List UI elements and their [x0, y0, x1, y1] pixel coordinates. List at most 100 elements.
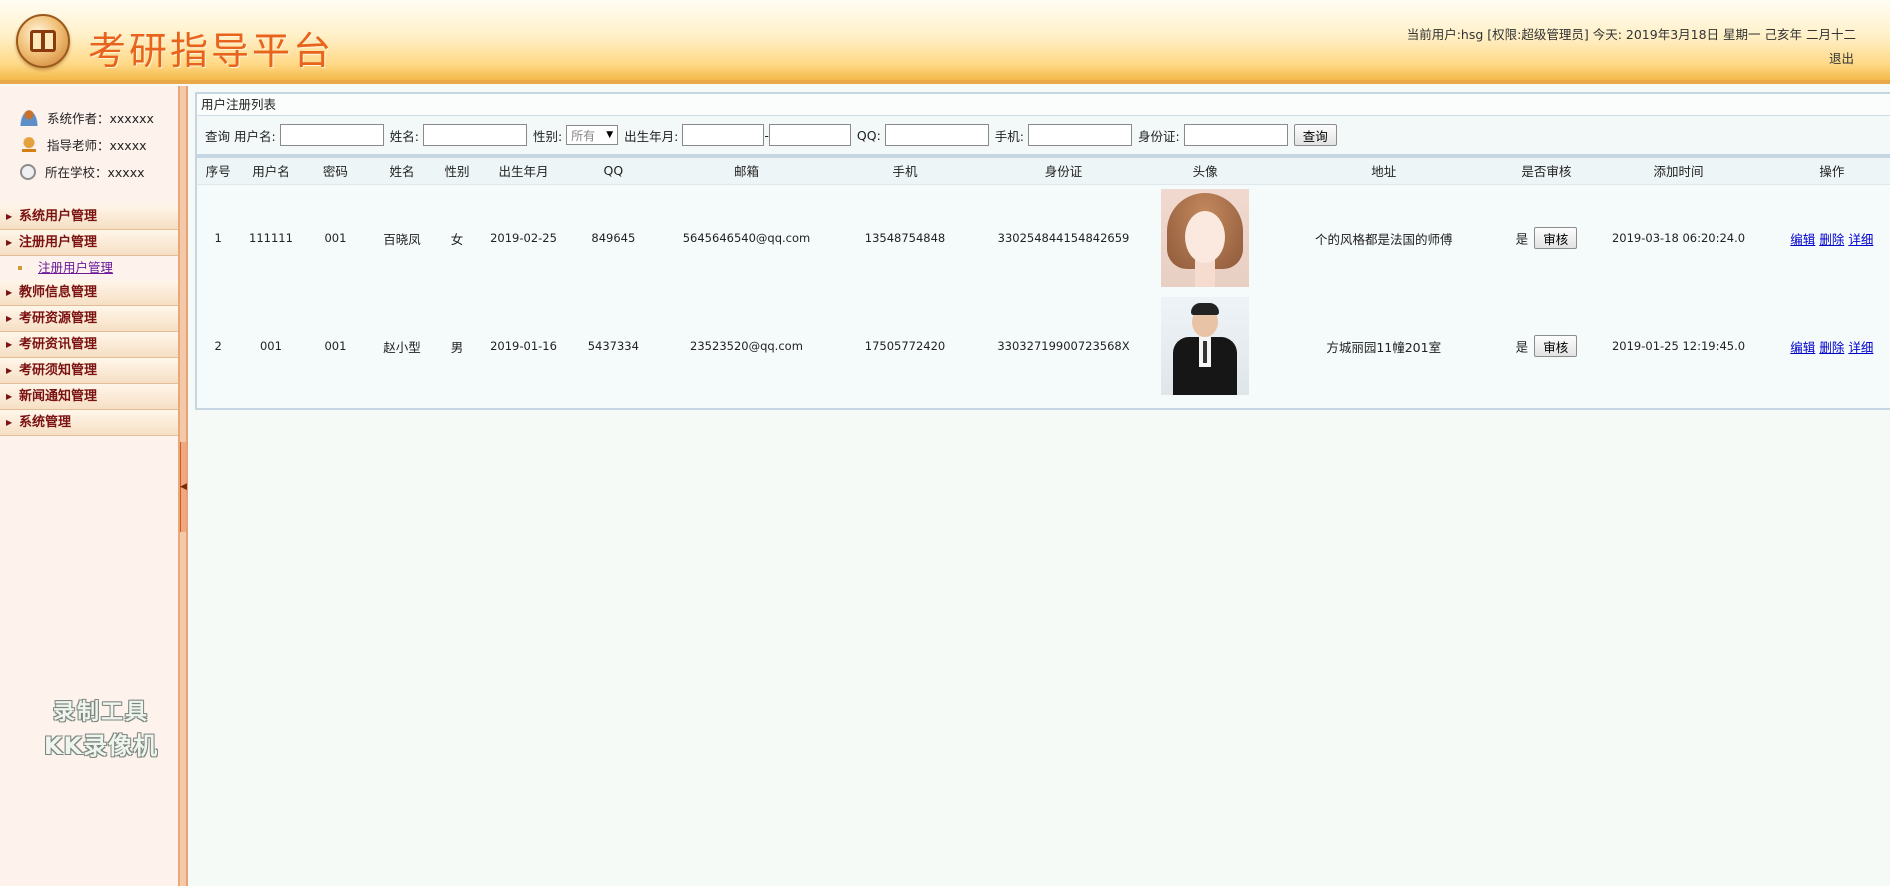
cell-username: 111111 [239, 184, 303, 292]
col-header: 添加时间 [1583, 158, 1774, 185]
qq-input[interactable] [884, 124, 989, 146]
cell-idcard: 330254844154842659 [974, 184, 1153, 292]
cell-name: 赵小型 [368, 292, 436, 400]
sidebar-info: 系统作者：xxxxxx 指导老师：xxxxx 所在学校：xxxxx [20, 104, 154, 185]
menu-news-notify[interactable]: ▶ 新闻通知管理 [0, 384, 178, 410]
col-header: 操作 [1773, 158, 1890, 185]
menu-notices[interactable]: ▶ 考研须知管理 [0, 358, 178, 384]
menu-system-users[interactable]: ▶ 系统用户管理 [0, 204, 178, 230]
logo-icon [16, 14, 70, 68]
birth-start-input[interactable] [682, 124, 765, 146]
cell-added: 2019-03-18 06:20:24.0 [1583, 184, 1774, 292]
caret-right-icon: ▶ [6, 392, 13, 401]
cell-username: 001 [239, 292, 303, 400]
cell-birth: 2019-01-16 [478, 292, 569, 400]
school-icon [20, 163, 36, 180]
delete-link[interactable]: 删除 [1819, 340, 1844, 355]
cell-avatar [1152, 184, 1258, 292]
caret-right-icon: ▶ [6, 314, 13, 323]
panel-title: 用户注册列表 [197, 94, 1890, 116]
menu-registered-users[interactable]: ▶ 注册用户管理 [0, 230, 178, 256]
cell-phone: 17505772420 [835, 292, 975, 400]
cell-avatar [1152, 292, 1258, 400]
app-title: 考研指导平台 [88, 29, 335, 73]
caret-right-icon: ▶ [6, 366, 13, 375]
detail-link[interactable]: 详细 [1848, 232, 1873, 247]
col-header: 头像 [1152, 158, 1258, 185]
birth-label: 出生年月: [624, 128, 679, 144]
male-avatar [1161, 297, 1250, 395]
audit-button[interactable]: 审核 [1534, 335, 1578, 357]
search-bar: 查询 用户名: 姓名: 性别: 所有 ▼ 出生年月: - QQ: 手机: 身份证… [197, 116, 1890, 158]
caret-right-icon: ▶ [6, 340, 13, 349]
cell-no: 1 [197, 184, 240, 292]
col-header: QQ [568, 158, 658, 185]
name-input[interactable] [422, 124, 527, 146]
cell-gender: 女 [435, 184, 479, 292]
menu-system[interactable]: ▶ 系统管理 [0, 410, 178, 436]
sidebar-menu: ▶ 系统用户管理 ▶ 注册用户管理 注册用户管理 ▶ 教师信息管理 ▶ 考研资源管理 ▶… [0, 204, 178, 436]
users-table: 序号 用户名 密码 姓名 性别 出生年月 QQ 邮箱 手机 身份证 头像 地址 … [197, 158, 1890, 400]
delete-link[interactable]: 删除 [1819, 232, 1844, 247]
col-header: 性别 [435, 158, 479, 185]
col-header: 手机 [835, 158, 975, 185]
cell-added: 2019-01-25 12:19:45.0 [1583, 292, 1774, 400]
caret-right-icon: ▶ [6, 212, 13, 221]
qq-label: QQ: [856, 127, 881, 143]
table-row: 1 111111 001 百晓凤 女 2019-02-25 849645 564… [197, 184, 1890, 292]
cell-ops: 编辑 删除 详细 [1773, 184, 1890, 292]
phone-input[interactable] [1028, 124, 1133, 146]
author-icon [20, 109, 38, 126]
table-header: 序号 用户名 密码 姓名 性别 出生年月 QQ 邮箱 手机 身份证 头像 地址 … [197, 158, 1890, 185]
female-avatar [1161, 189, 1250, 288]
teacher-icon [20, 136, 38, 153]
cell-password: 001 [302, 184, 369, 292]
gender-select[interactable]: 所有 ▼ [566, 125, 619, 145]
cell-audited: 是审核 [1509, 184, 1584, 292]
caret-right-icon: ▶ [6, 288, 13, 297]
col-header: 用户名 [239, 158, 303, 185]
cell-no: 2 [197, 292, 240, 400]
logout-link[interactable]: 退出 [1829, 48, 1854, 67]
menu-teacher-info[interactable]: ▶ 教师信息管理 [0, 280, 178, 306]
phone-label: 手机: [994, 128, 1025, 144]
dropdown-arrow-icon: ▼ [606, 130, 614, 140]
detail-link[interactable]: 详细 [1848, 340, 1873, 355]
col-header: 地址 [1257, 158, 1510, 185]
menu-news-info[interactable]: ▶ 考研资讯管理 [0, 332, 178, 358]
cell-phone: 13548754848 [835, 184, 975, 292]
edit-link[interactable]: 编辑 [1790, 232, 1815, 247]
cell-qq: 849645 [568, 184, 658, 292]
cell-address: 方城丽园11幢201室 [1257, 292, 1510, 400]
cell-birth: 2019-02-25 [478, 184, 569, 292]
cell-audited: 是审核 [1509, 292, 1584, 400]
audit-button[interactable]: 审核 [1534, 227, 1578, 250]
teacher-info: 指导老师：xxxxx [20, 131, 154, 158]
cell-name: 百晓凤 [368, 184, 436, 292]
query-label: 查询 [205, 128, 231, 144]
submenu-registered-users[interactable]: 注册用户管理 [0, 256, 178, 280]
cell-address: 个的风格都是法国的师傅 [1257, 184, 1510, 292]
cell-qq: 5437334 [568, 292, 658, 400]
user-info: 当前用户:hsg [权限:超级管理员] 今天: 2019年3月18日 星期一 己… [1406, 27, 1856, 42]
edit-link[interactable]: 编辑 [1790, 340, 1815, 355]
menu-resources[interactable]: ▶ 考研资源管理 [0, 306, 178, 332]
cell-idcard: 33032719900723568X [974, 292, 1153, 400]
author-info: 系统作者：xxxxxx [20, 104, 154, 131]
caret-right-icon: ▶ [6, 238, 13, 247]
header-bar: 考研指导平台 当前用户:hsg [权限:超级管理员] 今天: 2019年3月18… [0, 0, 1890, 84]
collapse-arrow-icon[interactable]: ◀ [180, 482, 187, 492]
idcard-input[interactable] [1183, 124, 1288, 146]
cell-password: 001 [302, 292, 369, 400]
search-button[interactable]: 查询 [1293, 124, 1337, 146]
gender-label: 性别: [532, 128, 563, 144]
main-panel: 用户注册列表 查询 用户名: 姓名: 性别: 所有 ▼ 出生年月: - QQ: … [195, 92, 1890, 410]
birth-end-input[interactable] [768, 124, 851, 146]
username-input[interactable] [279, 124, 384, 146]
col-header: 身份证 [974, 158, 1153, 185]
idcard-label: 身份证: [1138, 128, 1180, 144]
recorder-watermark: 录制工具 KK录像机 [43, 700, 159, 760]
cell-email: 23523520@qq.com [657, 292, 836, 400]
col-header: 出生年月 [478, 158, 569, 185]
caret-right-icon: ▶ [6, 418, 13, 427]
